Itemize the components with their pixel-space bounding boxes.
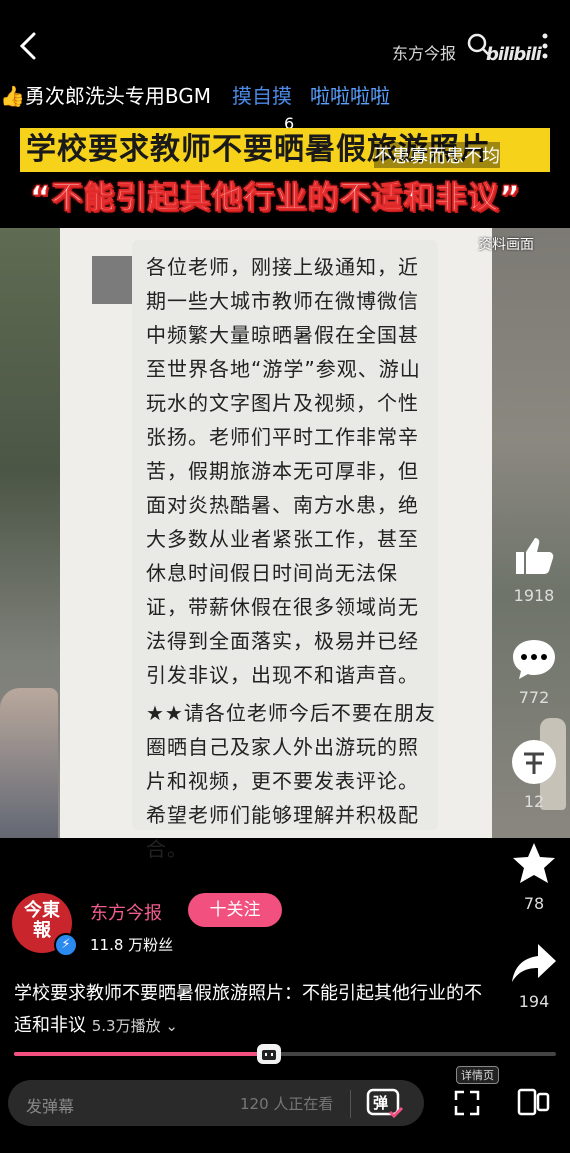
play-count: 5.3万播放 [91, 1017, 161, 1035]
notice-paragraph: 各位老师，刚接上级通知，近期一些大城市教师在微博微信中频繁大量晾晒暑假在全国甚至… [146, 255, 421, 687]
comment-icon [513, 640, 555, 679]
danmaku-3: 啦啦啦啦 [310, 84, 390, 108]
bilibili-logo: bilibili [486, 44, 542, 65]
danmaku-1-text: 勇次郎洗头专用BGM [24, 84, 212, 108]
coin-icon [512, 740, 556, 784]
watching-count: 120 人正在看 [240, 1095, 334, 1113]
headline-red: “不能引起其他行业的不适和非议” [30, 180, 521, 217]
progress-fill [14, 1052, 269, 1056]
back-button[interactable] [14, 28, 44, 64]
coin-button[interactable]: 12 [506, 738, 562, 811]
tv-handle-icon [261, 1050, 276, 1060]
chevron-down-icon: ⌄ [160, 1017, 178, 1035]
fullscreen-button[interactable] [452, 1088, 482, 1122]
divider [350, 1090, 351, 1118]
like-button[interactable]: 1918 [506, 532, 562, 605]
progress-handle[interactable] [256, 1044, 281, 1064]
danmaku-2: 摸自摸 [232, 80, 292, 109]
thumbs-up-icon [516, 538, 554, 574]
danmaku-1: 👍勇次郎洗头专用BGM [0, 80, 211, 109]
comment-count: 772 [518, 688, 550, 707]
star-icon [513, 843, 555, 883]
favorite-button[interactable]: 78 [506, 840, 562, 913]
verified-badge-icon: ⚡ [54, 933, 78, 957]
follow-button[interactable]: 十关注 [188, 893, 282, 927]
fans-count: 11.8 万粉丝 [90, 936, 174, 954]
share-icon [512, 944, 556, 982]
video-title-text: 学校要求教师不要晒暑假旅游照片：不能引起其他行业的不适和非议 [14, 983, 482, 1036]
video-people [0, 688, 58, 838]
danmaku-placeholder: 发弹幕 [26, 1097, 75, 1116]
comment-button[interactable]: 772 [506, 636, 562, 707]
danmaku-5: 不患寡而患不均 [374, 142, 500, 168]
source-label: 资料画面 [478, 237, 534, 253]
more-button[interactable] [540, 32, 550, 64]
notice-paragraph-2: ★★请各位老师今后不要在朋友圈晒自己及家人外出游玩的照片和视频，更不要发表评论。… [146, 701, 436, 861]
portrait-mode-button[interactable] [516, 1086, 552, 1122]
share-count: 194 [518, 992, 550, 1011]
video-watermark: 东方今报 [392, 44, 457, 63]
fullscreen-icon [454, 1090, 480, 1116]
thumbs-up-icon: 👍 [0, 84, 25, 108]
share-button[interactable]: 194 [506, 940, 562, 1011]
detail-page-tag[interactable]: 详情页 [456, 1066, 499, 1084]
chevron-left-icon [19, 32, 36, 60]
favorite-count: 78 [523, 894, 545, 913]
more-vertical-icon [542, 33, 548, 59]
coin-count: 12 [523, 792, 545, 811]
portrait-icon [517, 1088, 550, 1116]
like-count: 1918 [513, 586, 555, 605]
video-title[interactable]: 学校要求教师不要晒暑假旅游照片：不能引起其他行业的不适和非议 5.3万播放 ⌄ [14, 978, 484, 1042]
uploader-name[interactable]: 东方今报 [90, 899, 162, 925]
danmaku-button-label: 弹 [373, 1094, 389, 1112]
notice-text: 各位老师，刚接上级通知，近期一些大城市教师在微博微信中频繁大量晾晒暑假在全国甚至… [146, 250, 436, 866]
danmaku-2-text: 摸自摸 [232, 84, 292, 108]
